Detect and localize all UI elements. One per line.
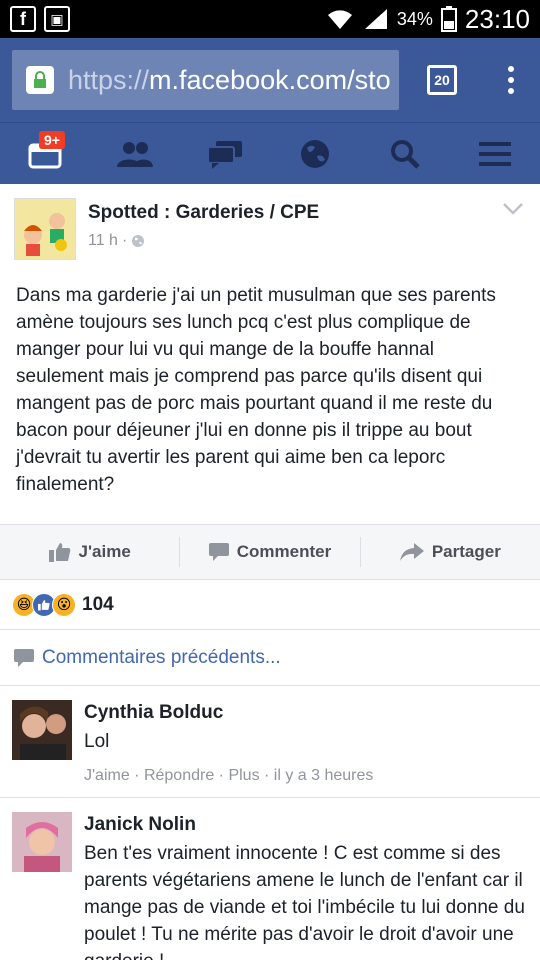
search-tab[interactable] bbox=[375, 129, 435, 179]
reactions-bar[interactable]: 😆 😮 104 bbox=[0, 580, 540, 630]
notification-badge: 9+ bbox=[39, 130, 65, 149]
search-icon bbox=[391, 139, 420, 169]
facebook-nav-bar: 9+ bbox=[0, 122, 540, 184]
avatar[interactable] bbox=[12, 812, 72, 872]
comment-button[interactable]: Commenter bbox=[180, 542, 359, 562]
share-icon bbox=[399, 543, 424, 561]
avatar[interactable] bbox=[12, 700, 72, 760]
clock: 23:10 bbox=[464, 3, 530, 34]
reaction-icons: 😆 😮 bbox=[12, 592, 76, 617]
comment-text: Ben t'es vraiment innocente ! C est comm… bbox=[84, 843, 525, 960]
share-label: Partager bbox=[431, 542, 501, 561]
url-host: m.facebook.com/sto bbox=[149, 64, 391, 95]
messages-icon bbox=[207, 140, 242, 169]
comment-item: Janick Nolin Ben t'es vraiment innocente… bbox=[0, 798, 540, 960]
post-actions: J'aime Commenter Partager bbox=[0, 524, 540, 580]
status-left: f ▣ bbox=[10, 6, 70, 32]
battery-icon bbox=[440, 6, 457, 32]
page-name[interactable]: Spotted : Garderies / CPE bbox=[88, 202, 319, 224]
thumbs-up-icon bbox=[48, 543, 70, 562]
menu-tab[interactable] bbox=[465, 129, 525, 179]
url-scheme: https:// bbox=[68, 64, 150, 95]
browser-toolbar: https://m.facebook.com/sto 20 bbox=[0, 38, 540, 122]
facebook-icon: f bbox=[10, 6, 36, 32]
meta-separator: · bbox=[121, 232, 128, 249]
comment-label: Commenter bbox=[236, 542, 332, 561]
battery-percent: 34% bbox=[396, 8, 433, 29]
friends-icon bbox=[117, 141, 153, 167]
post-meta: 11 h · bbox=[88, 232, 319, 250]
post-header: Spotted : Garderies / CPE 11 h · bbox=[0, 184, 540, 260]
screen: f ▣ 34% 23:10 https://m.facebook.com/sto… bbox=[0, 0, 540, 960]
public-globe-icon bbox=[132, 235, 145, 247]
page-avatar[interactable] bbox=[14, 198, 76, 260]
notifications-tab[interactable]: 9+ bbox=[15, 129, 75, 179]
wifi-icon bbox=[327, 10, 352, 29]
like-label: J'aime bbox=[78, 542, 131, 561]
comment-item: Cynthia Bolduc Lol J'aime · Répondre · P… bbox=[0, 686, 540, 798]
messages-tab[interactable] bbox=[195, 129, 255, 179]
comment-content: Janick Nolin Ben t'es vraiment innocente… bbox=[84, 812, 528, 960]
post-card: Spotted : Garderies / CPE 11 h · Dans ma… bbox=[0, 184, 540, 960]
comment-actions[interactable]: J'aime · Répondre · Plus · il y a 3 heur… bbox=[84, 767, 528, 785]
like-button[interactable]: J'aime bbox=[0, 542, 179, 562]
share-button[interactable]: Partager bbox=[361, 542, 540, 562]
lock-icon bbox=[26, 66, 54, 94]
address-bar[interactable]: https://m.facebook.com/sto bbox=[12, 50, 399, 110]
globe-tab[interactable] bbox=[285, 129, 345, 179]
comment-bubble-icon bbox=[14, 648, 34, 667]
wow-icon: 😮 bbox=[52, 592, 76, 617]
comment-author[interactable]: Janick Nolin bbox=[84, 814, 528, 836]
friends-tab[interactable] bbox=[105, 129, 165, 179]
post-header-text: Spotted : Garderies / CPE 11 h · bbox=[88, 198, 319, 260]
status-bar: f ▣ 34% 23:10 bbox=[0, 0, 540, 38]
comment-author[interactable]: Cynthia Bolduc bbox=[84, 702, 528, 724]
image-icon: ▣ bbox=[44, 6, 70, 32]
comment-text: Lol bbox=[84, 731, 110, 752]
globe-icon bbox=[301, 139, 329, 168]
post-text: Dans ma garderie j'ai un petit musulman … bbox=[16, 285, 496, 495]
browser-menu-icon[interactable] bbox=[508, 66, 514, 94]
url-text: https://m.facebook.com/sto bbox=[68, 65, 391, 96]
status-right: 34% 23:10 bbox=[325, 4, 530, 35]
post-options-chevron-icon[interactable] bbox=[502, 198, 524, 260]
tab-switcher-button[interactable]: 20 bbox=[427, 65, 457, 95]
previous-comments-link[interactable]: Commentaires précédents... bbox=[0, 630, 540, 686]
comment-icon bbox=[208, 543, 229, 561]
menu-icon bbox=[479, 141, 511, 166]
previous-comments-label: Commentaires précédents... bbox=[42, 646, 281, 668]
signal-icon bbox=[364, 9, 387, 29]
post-time[interactable]: 11 h bbox=[88, 232, 118, 250]
reaction-count: 104 bbox=[82, 593, 114, 615]
comment-content: Cynthia Bolduc Lol J'aime · Répondre · P… bbox=[84, 700, 528, 785]
